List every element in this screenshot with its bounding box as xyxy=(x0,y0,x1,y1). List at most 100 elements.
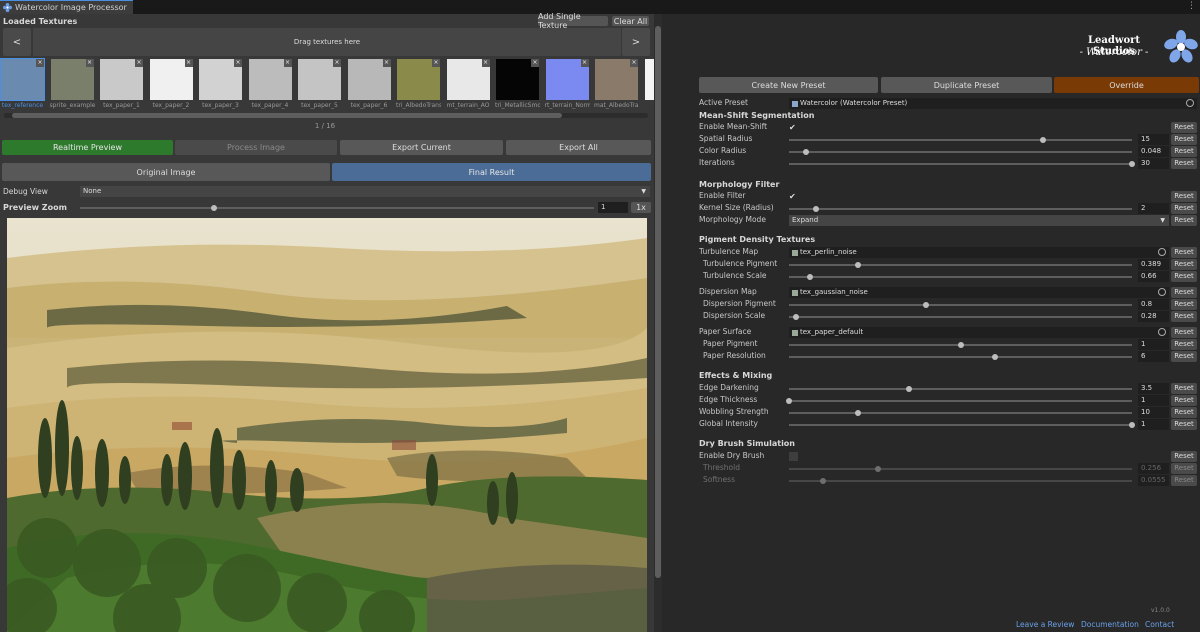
wobbling-strength-value[interactable]: 10 xyxy=(1138,407,1169,418)
close-icon[interactable]: × xyxy=(85,59,94,67)
slider-handle[interactable] xyxy=(923,302,930,308)
process-image-button[interactable]: Process Image xyxy=(175,140,337,155)
color-radius-slider[interactable] xyxy=(789,149,1132,155)
slider-handle[interactable] xyxy=(906,386,913,392)
slider-handle[interactable] xyxy=(991,354,998,360)
softness-value[interactable]: 0.0555 xyxy=(1138,475,1169,486)
morph-mode-dropdown[interactable]: Expand ▼ xyxy=(789,215,1169,226)
texture-thumbnail[interactable]: × mt_terrain_AO xyxy=(446,58,491,112)
contact-link[interactable]: Contact xyxy=(1145,620,1174,629)
edge-thickness-slider[interactable] xyxy=(786,398,1132,404)
threshold-reset-button[interactable]: Reset xyxy=(1171,463,1197,474)
next-textures-button[interactable]: > xyxy=(622,28,650,56)
close-icon[interactable]: × xyxy=(283,59,292,67)
paper-resolution-reset-button[interactable]: Reset xyxy=(1171,351,1197,362)
turbulence-pigment-value[interactable]: 0.389 xyxy=(1138,259,1169,270)
color-radius-value[interactable]: 0.048 xyxy=(1138,146,1169,157)
slider-handle[interactable] xyxy=(806,274,813,280)
turbulence-scale-slider[interactable] xyxy=(789,274,1132,280)
edge-darkening-value[interactable]: 3.5 xyxy=(1138,383,1169,394)
texture-thumbnail[interactable]: × tex_paper_5 xyxy=(297,58,342,112)
threshold-slider[interactable] xyxy=(789,466,1132,472)
debug-view-dropdown[interactable]: None ▼ xyxy=(80,186,650,197)
texture-thumbnail[interactable]: × tex_paper_2 xyxy=(149,58,194,112)
dispersion-map-reset-button[interactable]: Reset xyxy=(1171,287,1197,298)
iterations-value[interactable]: 30 xyxy=(1138,158,1169,169)
close-icon[interactable]: × xyxy=(184,59,193,67)
close-icon[interactable]: × xyxy=(135,59,143,67)
texture-thumbnail[interactable]: × tri_AlbedoTrans xyxy=(396,58,441,112)
paper-surface-field[interactable]: tex_paper_default xyxy=(789,327,1169,338)
close-icon[interactable]: × xyxy=(36,59,44,67)
slider-handle[interactable] xyxy=(813,206,820,212)
prev-textures-button[interactable]: < xyxy=(3,28,31,56)
enable-mean-shift-reset-button[interactable]: Reset xyxy=(1171,122,1197,133)
kernel-size-value[interactable]: 2 xyxy=(1138,203,1169,214)
slider-handle[interactable] xyxy=(820,478,827,484)
close-icon[interactable]: × xyxy=(580,59,589,67)
texture-strip-scrollbar[interactable] xyxy=(4,113,648,118)
preview-zoom-slider[interactable] xyxy=(80,205,594,211)
close-icon[interactable]: × xyxy=(333,59,341,67)
override-button[interactable]: Override xyxy=(1054,77,1199,93)
scrollbar-thumb[interactable] xyxy=(12,113,562,118)
global-intensity-reset-button[interactable]: Reset xyxy=(1171,419,1197,430)
slider-handle[interactable] xyxy=(854,262,861,268)
window-tab[interactable]: Watercolor Image Processor xyxy=(0,0,133,14)
left-panel-scrollbar[interactable] xyxy=(654,14,662,632)
object-picker-icon[interactable] xyxy=(1158,248,1166,256)
texture-thumbnail[interactable]: × mat_AlbedoTrar xyxy=(594,58,639,112)
spatial-radius-slider[interactable] xyxy=(789,137,1132,143)
close-icon[interactable]: × xyxy=(234,59,242,67)
create-new-preset-button[interactable]: Create New Preset xyxy=(699,77,878,93)
close-icon[interactable]: × xyxy=(382,59,391,67)
iterations-slider[interactable] xyxy=(789,161,1135,167)
slider-handle[interactable] xyxy=(854,410,861,416)
texture-thumbnail[interactable]: × rt_terrain_Norm xyxy=(545,58,590,112)
slider-handle[interactable] xyxy=(1129,161,1135,167)
scrollbar-thumb[interactable] xyxy=(655,26,661,578)
edge-darkening-reset-button[interactable]: Reset xyxy=(1171,383,1197,394)
texture-thumbnail[interactable]: × tex_paper_3 xyxy=(198,58,243,112)
preview-zoom-value[interactable]: 1 xyxy=(598,202,628,213)
edge-darkening-slider[interactable] xyxy=(789,386,1132,392)
slider-handle[interactable] xyxy=(957,342,964,348)
iterations-reset-button[interactable]: Reset xyxy=(1171,158,1197,169)
edge-thickness-reset-button[interactable]: Reset xyxy=(1171,395,1197,406)
paper-surface-reset-button[interactable]: Reset xyxy=(1171,327,1197,338)
paper-pigment-reset-button[interactable]: Reset xyxy=(1171,339,1197,350)
threshold-value[interactable]: 0.256 xyxy=(1138,463,1169,474)
slider-handle[interactable] xyxy=(786,398,792,404)
object-picker-icon[interactable] xyxy=(1158,288,1166,296)
dispersion-scale-value[interactable]: 0.28 xyxy=(1138,311,1169,322)
enable-filter-reset-button[interactable]: Reset xyxy=(1171,191,1197,202)
documentation-link[interactable]: Documentation xyxy=(1081,620,1139,629)
object-picker-icon[interactable] xyxy=(1186,99,1194,107)
close-icon[interactable]: × xyxy=(630,59,638,67)
clear-all-button[interactable]: Clear All xyxy=(612,16,649,26)
slider-handle[interactable] xyxy=(1039,137,1046,143)
slider-handle[interactable] xyxy=(792,314,799,320)
kebab-menu-icon[interactable]: ⋮ xyxy=(1187,1,1196,11)
texture-dropzone[interactable]: Drag textures here xyxy=(33,28,621,56)
slider-handle[interactable] xyxy=(210,205,217,211)
active-preset-field[interactable]: Watercolor (Watercolor Preset) xyxy=(789,98,1197,109)
texture-thumbnail[interactable]: ×sna xyxy=(644,58,654,112)
leave-review-link[interactable]: Leave a Review xyxy=(1016,620,1074,629)
close-icon[interactable]: × xyxy=(481,59,490,67)
color-radius-reset-button[interactable]: Reset xyxy=(1171,146,1197,157)
turbulence-map-field[interactable]: tex_perlin_noise xyxy=(789,247,1169,258)
wobbling-strength-slider[interactable] xyxy=(789,410,1132,416)
duplicate-preset-button[interactable]: Duplicate Preset xyxy=(881,77,1052,93)
slider-handle[interactable] xyxy=(803,149,810,155)
global-intensity-slider[interactable] xyxy=(789,422,1135,428)
morph-mode-reset-button[interactable]: Reset xyxy=(1171,215,1197,226)
spatial-radius-reset-button[interactable]: Reset xyxy=(1171,134,1197,145)
slider-handle[interactable] xyxy=(1129,422,1135,428)
dispersion-pigment-slider[interactable] xyxy=(789,302,1132,308)
paper-pigment-slider[interactable] xyxy=(789,342,1132,348)
export-current-button[interactable]: Export Current xyxy=(340,140,503,155)
dispersion-scale-slider[interactable] xyxy=(789,314,1132,320)
kernel-size-slider[interactable] xyxy=(789,206,1132,212)
texture-thumbnail[interactable]: × tex_reference xyxy=(0,58,45,112)
